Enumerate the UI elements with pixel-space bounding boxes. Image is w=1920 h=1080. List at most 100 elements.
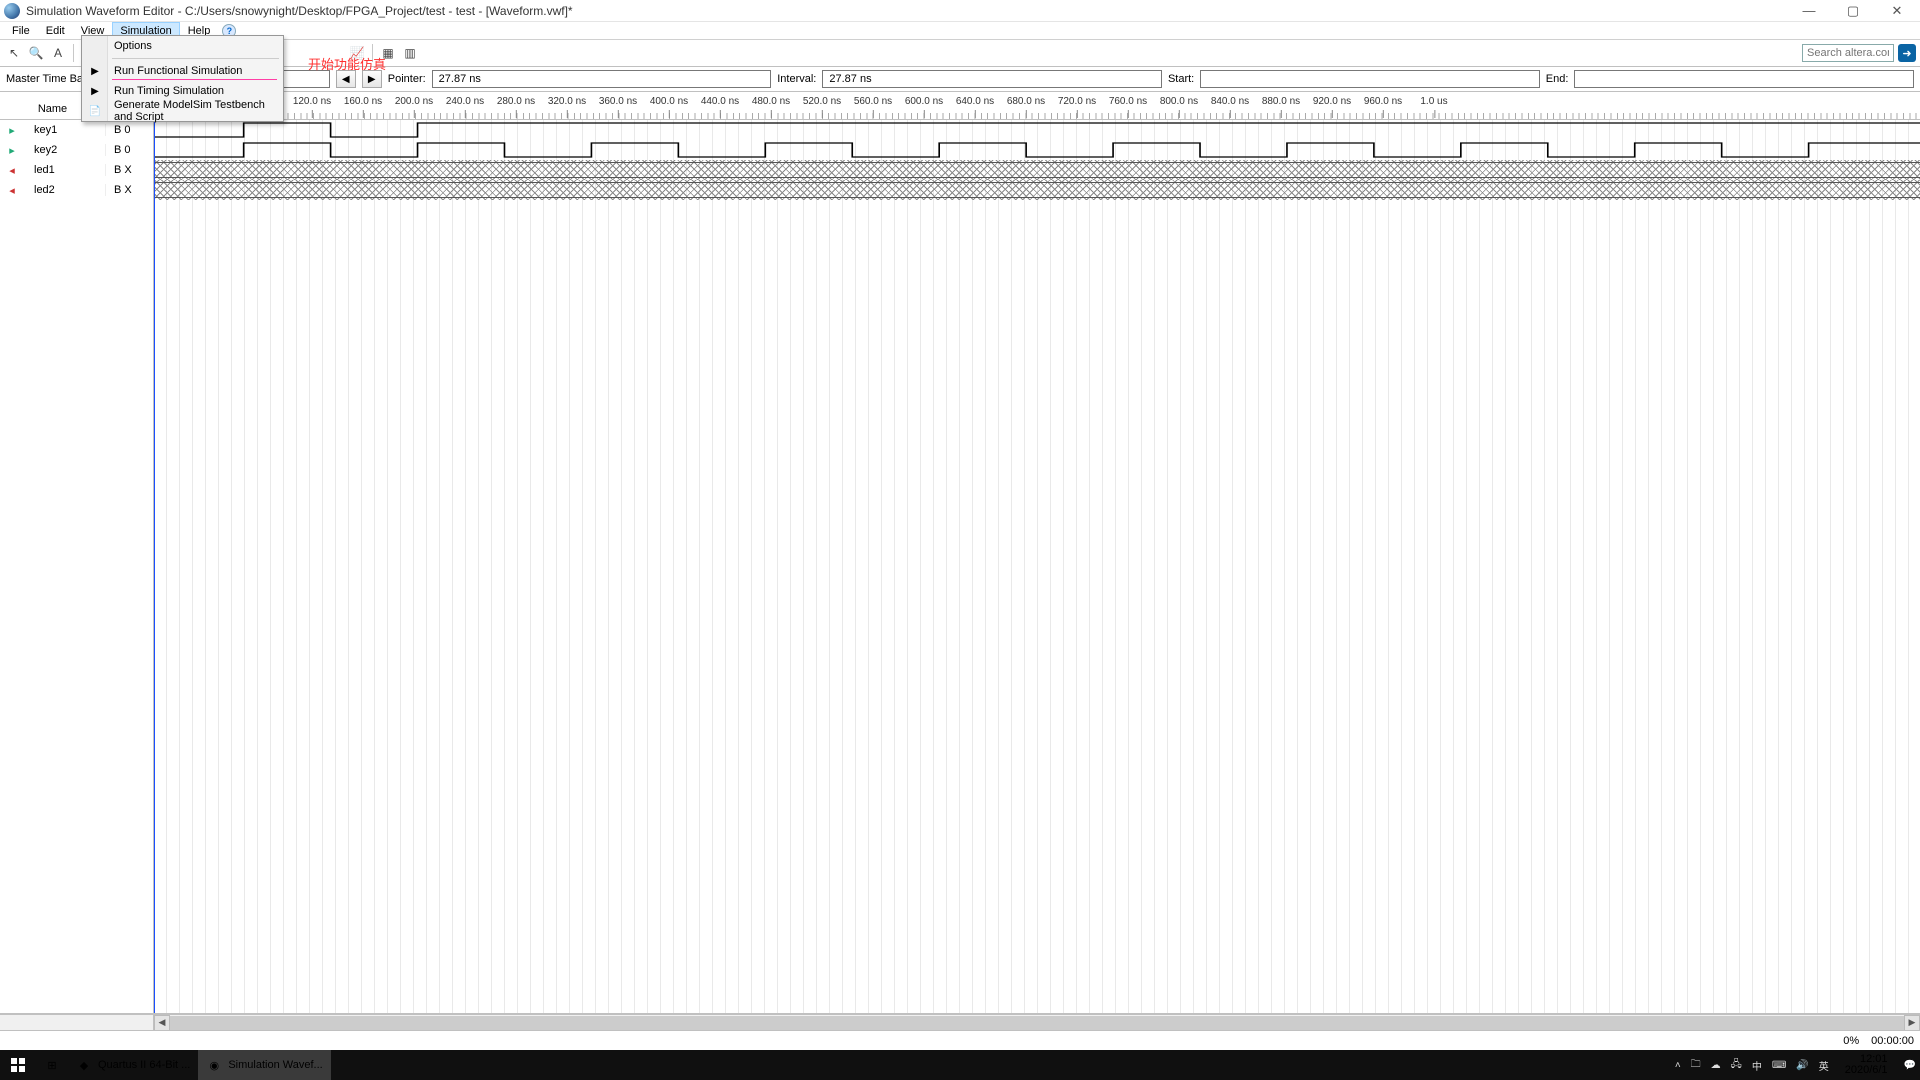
signal-name: led2 <box>24 184 105 196</box>
ruler-tick: 440.0 ns <box>701 96 739 107</box>
titlebar: Simulation Waveform Editor - C:/Users/sn… <box>0 0 1920 22</box>
start-button[interactable] <box>0 1050 36 1080</box>
tray-notification-icon[interactable]: 💬 <box>1904 1060 1916 1071</box>
status-time: 00:00:00 <box>1871 1035 1914 1047</box>
status-percent: 0% <box>1843 1035 1859 1047</box>
signal-row[interactable]: ▸key2B 0 <box>0 140 153 160</box>
tool-ungroup[interactable]: ▥ <box>400 43 420 63</box>
end-label: End: <box>1546 73 1569 85</box>
ruler-tick: 800.0 ns <box>1160 96 1198 107</box>
signal-row[interactable]: ◂led1B X <box>0 160 153 180</box>
window-title: Simulation Waveform Editor - C:/Users/sn… <box>26 4 1796 18</box>
pointer-label: Pointer: <box>388 73 426 85</box>
pointer-input[interactable] <box>432 70 772 88</box>
tray-lang1[interactable]: 中 <box>1752 1058 1762 1073</box>
ruler-tick: 200.0 ns <box>395 96 433 107</box>
ruler-tick: 560.0 ns <box>854 96 892 107</box>
tool-a[interactable]: A <box>48 43 68 63</box>
minimize-button[interactable]: — <box>1796 2 1822 20</box>
input-icon: ▸ <box>0 144 24 157</box>
tray-network-icon[interactable]: 🖧 <box>1731 1057 1742 1074</box>
start-label: Start: <box>1168 73 1194 85</box>
waveform-row-led1 <box>154 160 1920 180</box>
signal-row[interactable]: ▸key1B 0 <box>0 120 153 140</box>
interval-input[interactable] <box>822 70 1162 88</box>
close-button[interactable]: ✕ <box>1884 2 1910 20</box>
menu-edit[interactable]: Edit <box>38 22 73 40</box>
menubar: File Edit View Simulation Help ? <box>0 22 1920 40</box>
ruler-tick: 280.0 ns <box>497 96 535 107</box>
menu-file[interactable]: File <box>4 22 38 40</box>
ruler-tick: 120.0 ns <box>293 96 331 107</box>
gen-tb-icon: 📄 <box>87 103 103 119</box>
taskbar-app-quartus[interactable]: ◆ Quartus II 64-Bit ... <box>68 1050 198 1080</box>
ruler-tick: 400.0 ns <box>650 96 688 107</box>
ruler-tick: 1.0 us <box>1420 96 1447 107</box>
signal-value: B X <box>105 164 153 176</box>
ruler-tick: 760.0 ns <box>1109 96 1147 107</box>
end-input[interactable] <box>1574 70 1914 88</box>
tray-clock[interactable]: 12:01 2020/6/1 <box>1845 1054 1888 1076</box>
waveform-row-led2 <box>154 180 1920 200</box>
tool-pointer[interactable]: ↖ <box>4 43 24 63</box>
system-tray: ˄ 🗀 ☁ 🖧 中 ⌨ 🔊 英 12:01 2020/6/1 💬 <box>1675 1054 1920 1076</box>
task-view-button[interactable]: ⊞ <box>36 1050 68 1080</box>
ruler-tick: 360.0 ns <box>599 96 637 107</box>
time-control-bar: Master Time Bar: ◀ ▶ Pointer: Interval: … <box>0 67 1920 92</box>
signal-value: B 0 <box>105 124 153 136</box>
ruler-tick: 680.0 ns <box>1007 96 1045 107</box>
search-go-button[interactable]: ➜ <box>1898 44 1916 62</box>
tray-onedrive-icon[interactable]: ☁ <box>1711 1060 1721 1071</box>
ruler-tick: 960.0 ns <box>1364 96 1402 107</box>
dropdown-run-functional[interactable]: ▶ Run Functional Simulation <box>82 61 283 81</box>
ruler-tick: 240.0 ns <box>446 96 484 107</box>
dropdown-run-timing[interactable]: ▶ Run Timing Simulation <box>82 81 283 101</box>
signal-row[interactable]: ◂led2B X <box>0 180 153 200</box>
scroll-right-button[interactable]: ▶ <box>1904 1015 1920 1031</box>
waveform-icon: ◉ <box>206 1057 222 1073</box>
scroll-left-button[interactable]: ◀ <box>154 1015 170 1031</box>
signal-name: key1 <box>24 124 105 136</box>
tray-lang2[interactable]: 英 <box>1819 1058 1829 1073</box>
tool-zoom[interactable]: 🔍 <box>26 43 46 63</box>
tray-up-icon[interactable]: ˄ <box>1675 1060 1681 1071</box>
run-timing-icon: ▶ <box>87 83 103 99</box>
time-cursor[interactable] <box>154 120 155 1013</box>
app-icon <box>4 3 20 19</box>
waveform-row-key2 <box>154 140 1920 160</box>
quartus-icon: ◆ <box>76 1057 92 1073</box>
ruler-tick: 520.0 ns <box>803 96 841 107</box>
time-ruler[interactable]: 0 ps 120.0 ns160.0 ns200.0 ns240.0 ns280… <box>154 92 1920 120</box>
interval-label: Interval: <box>777 73 816 85</box>
statusbar: 0% 00:00:00 <box>0 1030 1920 1050</box>
simulation-dropdown: Options ▶ Run Functional Simulation ▶ Ru… <box>81 35 284 122</box>
dropdown-generate-testbench[interactable]: 📄 Generate ModelSim Testbench and Script <box>82 101 283 121</box>
tray-battery-icon[interactable]: 🗀 <box>1691 1057 1701 1074</box>
signal-value: B 0 <box>105 144 153 156</box>
ruler-tick: 720.0 ns <box>1058 96 1096 107</box>
maximize-button[interactable]: ▢ <box>1840 2 1866 20</box>
scroll-thumb[interactable] <box>170 1016 1904 1030</box>
annotation-label: 开始功能仿真 <box>308 54 386 73</box>
dropdown-options[interactable]: Options <box>82 36 283 56</box>
signal-list-pane: Name 0 ps ▸key1B 0▸key2B 0◂led1B X◂led2B… <box>0 92 154 1013</box>
tray-keyboard-icon[interactable]: ⌨ <box>1772 1060 1786 1071</box>
taskbar-app-waveform[interactable]: ◉ Simulation Wavef... <box>198 1050 330 1080</box>
signal-name: led1 <box>24 164 105 176</box>
waveform-canvas[interactable] <box>154 120 1920 1013</box>
output-icon: ◂ <box>0 184 24 197</box>
ruler-tick: 320.0 ns <box>548 96 586 107</box>
ruler-tick: 600.0 ns <box>905 96 943 107</box>
start-input[interactable] <box>1200 70 1540 88</box>
ruler-tick: 840.0 ns <box>1211 96 1249 107</box>
search-input[interactable] <box>1802 44 1894 62</box>
windows-taskbar: ⊞ ◆ Quartus II 64-Bit ... ◉ Simulation W… <box>0 1050 1920 1080</box>
ruler-tick: 880.0 ns <box>1262 96 1300 107</box>
ruler-tick: 920.0 ns <box>1313 96 1351 107</box>
toolbar: ↖ 🔍 A Xᴄ Xo Xʀ 📈 ▦ ▥ ➜ Options ▶ Run Fun… <box>0 40 1920 67</box>
input-icon: ▸ <box>0 124 24 137</box>
output-icon: ◂ <box>0 164 24 177</box>
signal-value: B X <box>105 184 153 196</box>
h-scrollbar[interactable]: ◀ ▶ <box>0 1014 1920 1030</box>
tray-volume-icon[interactable]: 🔊 <box>1796 1060 1808 1071</box>
